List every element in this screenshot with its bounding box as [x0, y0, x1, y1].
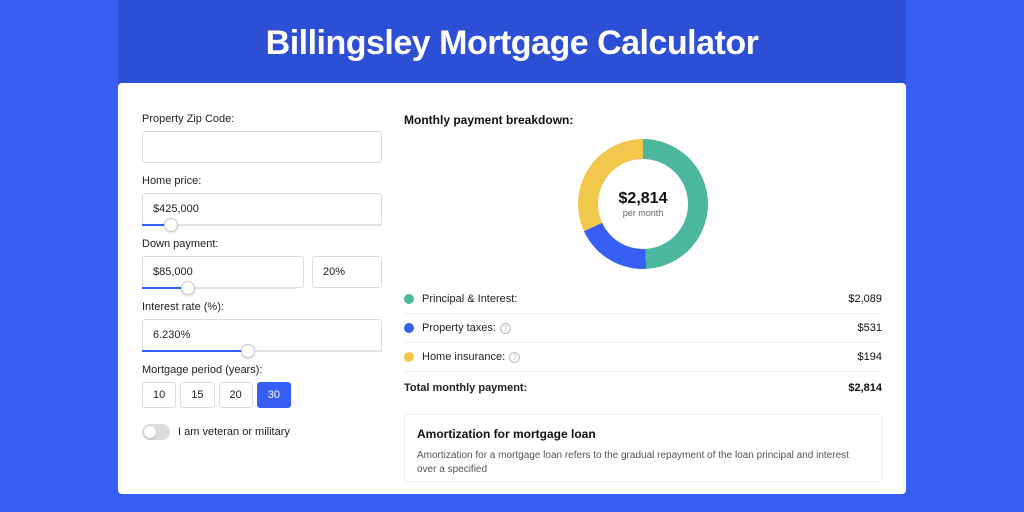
legend-row: Principal & Interest: $2,089	[404, 285, 882, 313]
donut-amount: $2,814	[619, 190, 668, 208]
legend-value: $2,089	[848, 293, 882, 305]
info-icon[interactable]: ?	[500, 323, 511, 334]
legend-row: Home insurance:? $194	[404, 342, 882, 371]
donut-chart: $2,814 per month	[578, 139, 708, 269]
period-button-10[interactable]: 10	[142, 382, 176, 408]
down-payment-pct-input[interactable]	[312, 256, 382, 288]
legend-list: Principal & Interest: $2,089 Property taxe…	[404, 285, 882, 371]
amortization-title: Amortization for mortgage loan	[417, 427, 869, 441]
period-button-row: 10152030	[142, 382, 382, 408]
legend-dot	[404, 352, 414, 362]
breakdown-panel: Monthly payment breakdown: $2,814 per mo…	[404, 113, 882, 482]
info-icon[interactable]: ?	[509, 352, 520, 363]
veteran-toggle-row: I am veteran or military	[142, 424, 382, 440]
legend-label: Home insurance:	[422, 351, 505, 363]
slider-fill	[142, 350, 248, 352]
down-payment-group: Down payment:	[142, 238, 382, 289]
donut-subtext: per month	[623, 208, 664, 218]
breakdown-title: Monthly payment breakdown:	[404, 113, 882, 127]
total-value: $2,814	[848, 382, 882, 394]
home-price-input[interactable]	[142, 193, 382, 225]
legend-dot	[404, 294, 414, 304]
zip-input[interactable]	[142, 131, 382, 163]
zip-field-group: Property Zip Code:	[142, 113, 382, 163]
legend-label: Property taxes:	[422, 322, 496, 334]
veteran-label: I am veteran or military	[178, 426, 290, 438]
period-label: Mortgage period (years):	[142, 364, 382, 376]
total-row: Total monthly payment: $2,814	[404, 371, 882, 400]
slider-thumb[interactable]	[241, 344, 255, 358]
home-price-slider[interactable]	[142, 224, 382, 226]
legend-value: $531	[858, 322, 882, 334]
calculator-card: Property Zip Code: Home price: Down paym…	[118, 83, 906, 494]
legend-dot	[404, 323, 414, 333]
interest-group: Interest rate (%):	[142, 301, 382, 352]
total-label: Total monthly payment:	[404, 382, 527, 394]
slider-thumb[interactable]	[164, 218, 178, 232]
donut-center: $2,814 per month	[598, 159, 688, 249]
period-button-30[interactable]: 30	[257, 382, 291, 408]
down-payment-label: Down payment:	[142, 238, 382, 250]
period-button-15[interactable]: 15	[180, 382, 214, 408]
page-title: Billingsley Mortgage Calculator	[118, 24, 906, 63]
form-panel: Property Zip Code: Home price: Down paym…	[142, 113, 382, 482]
amortization-text: Amortization for a mortgage loan refers …	[417, 449, 869, 477]
interest-slider[interactable]	[142, 350, 382, 352]
period-group: Mortgage period (years): 10152030	[142, 364, 382, 408]
legend-value: $194	[858, 351, 882, 363]
legend-label: Principal & Interest:	[422, 293, 517, 305]
interest-label: Interest rate (%):	[142, 301, 382, 313]
home-price-label: Home price:	[142, 175, 382, 187]
slider-thumb[interactable]	[181, 281, 195, 295]
interest-input[interactable]	[142, 319, 382, 351]
home-price-group: Home price:	[142, 175, 382, 226]
period-button-20[interactable]: 20	[219, 382, 253, 408]
legend-row: Property taxes:? $531	[404, 313, 882, 342]
veteran-toggle[interactable]	[142, 424, 170, 440]
donut-chart-wrap: $2,814 per month	[404, 139, 882, 269]
down-payment-slider[interactable]	[142, 287, 296, 289]
down-payment-input[interactable]	[142, 256, 304, 288]
zip-label: Property Zip Code:	[142, 113, 382, 125]
amortization-card: Amortization for mortgage loan Amortizat…	[404, 414, 882, 482]
